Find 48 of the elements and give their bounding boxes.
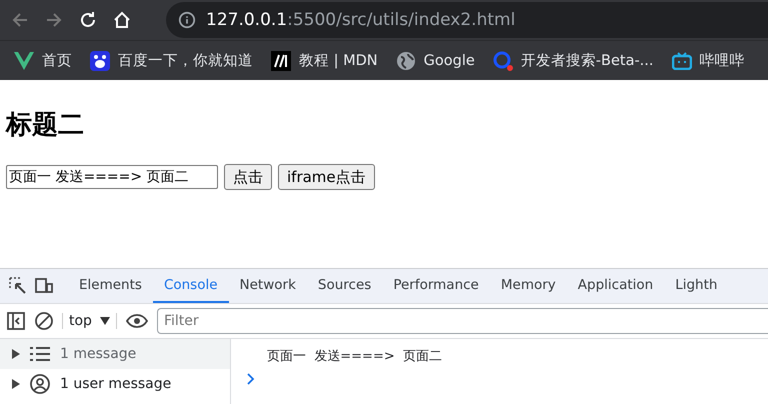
devtools-tab[interactable]: Performance <box>382 269 490 303</box>
devtools-tab[interactable]: Lighth <box>664 269 728 303</box>
context-select[interactable]: top <box>62 313 117 329</box>
devtools-tab[interactable]: Network <box>228 269 307 303</box>
paw-icon <box>90 50 110 70</box>
bookmark-link[interactable]: 开发者搜索-Beta-... <box>520 51 654 70</box>
url-path: :5500/src/utils/index2.html <box>287 10 516 30</box>
clear-icon[interactable] <box>34 311 54 331</box>
page-heading: 标题二 <box>6 109 84 142</box>
console-log-line: 页面一 发送====> 页面二 <box>267 348 443 366</box>
bookmark-link[interactable]: 首页 <box>42 51 72 70</box>
eye-icon[interactable] <box>124 311 149 331</box>
filter-field[interactable]: Filter <box>156 308 768 334</box>
expand-arrow-icon[interactable] <box>12 379 20 389</box>
inspect-icon[interactable] <box>8 276 28 296</box>
devtools-tab[interactable]: Console <box>152 269 229 303</box>
bookmark-link[interactable]: 哔哩哔 <box>700 51 745 70</box>
message-filter-item[interactable]: 1 user message <box>0 369 230 399</box>
info-icon[interactable] <box>178 11 196 29</box>
address-bar[interactable]: 127.0.0.1:5500/src/utils/index2.html <box>166 2 768 38</box>
mdn-logo-icon <box>271 50 291 70</box>
devtools-tab[interactable]: Application <box>566 269 664 303</box>
devtools-tab[interactable]: Sources <box>306 269 382 303</box>
list-icon <box>30 346 50 362</box>
search-logo-icon <box>492 50 513 70</box>
user-icon <box>30 374 50 394</box>
home-icon[interactable] <box>112 10 132 30</box>
message-count: 1 message <box>60 346 136 362</box>
bookmark-link[interactable]: 教程 | MDN <box>299 51 378 70</box>
reload-icon[interactable] <box>78 10 98 30</box>
devtools-tab[interactable]: Memory <box>490 269 567 303</box>
bookmark-link[interactable]: Google <box>424 52 475 68</box>
expand-arrow-icon[interactable] <box>12 349 20 359</box>
prompt-chevron-icon[interactable] <box>247 373 255 385</box>
globe-icon <box>396 50 416 70</box>
message-filter-item[interactable]: 1 message <box>0 339 230 369</box>
bookmark-link[interactable]: 百度一下，你就知道 <box>118 51 253 70</box>
message-input[interactable]: 页面一 发送====> 页面二 <box>6 165 218 189</box>
tv-icon <box>672 52 692 70</box>
caret-icon <box>100 317 110 325</box>
url-host: 127.0.0.1 <box>206 10 288 30</box>
click-button[interactable]: iframe点击 <box>278 164 375 190</box>
click-button[interactable]: 点击 <box>224 164 272 190</box>
device-icon[interactable] <box>34 276 54 296</box>
v-logo-icon <box>14 52 34 70</box>
devtools-tab[interactable]: Elements <box>68 269 153 303</box>
sidebar-toggle-icon[interactable] <box>6 311 26 331</box>
message-count: 1 user message <box>60 376 172 392</box>
